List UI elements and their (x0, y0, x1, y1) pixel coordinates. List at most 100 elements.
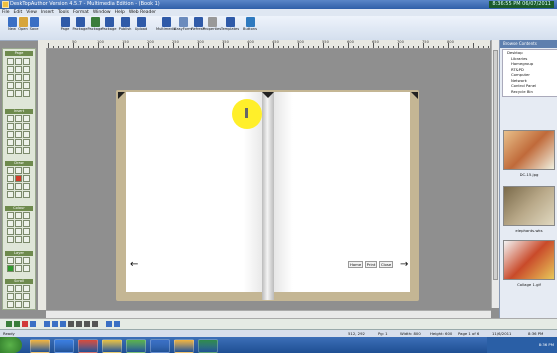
tool-icon[interactable] (23, 183, 30, 190)
tool-icon[interactable] (23, 212, 30, 219)
taskbar-app-icon[interactable] (150, 339, 170, 353)
tool-icon[interactable] (7, 257, 14, 264)
tool-icon[interactable] (7, 183, 14, 190)
bottom-tool-icon[interactable] (14, 321, 20, 327)
image-thumbnail[interactable] (503, 130, 555, 170)
bottom-tool-icon[interactable] (114, 321, 120, 327)
menu-item-format[interactable]: Format (71, 9, 91, 16)
bottom-tool-icon[interactable] (84, 321, 90, 327)
menu-item-insert[interactable]: Insert (39, 9, 56, 16)
tool-icon[interactable] (15, 90, 22, 97)
menu-item-view[interactable]: View (24, 9, 39, 16)
menu-item-window[interactable]: Window (91, 9, 113, 16)
taskbar-app-icon[interactable] (198, 339, 218, 353)
tree-item[interactable]: Recycle Bin (503, 89, 557, 95)
image-thumbnail[interactable] (503, 186, 555, 226)
bottom-tool-icon[interactable] (106, 321, 112, 327)
tool-icon[interactable] (23, 123, 30, 130)
menu-item-file[interactable]: File (0, 9, 12, 16)
bottom-tool-icon[interactable] (60, 321, 66, 327)
tool-icon[interactable] (23, 90, 30, 97)
tool-icon[interactable] (15, 265, 22, 272)
tool-icon[interactable] (7, 167, 14, 174)
tool-icon[interactable] (23, 285, 30, 292)
tool-icon[interactable] (15, 147, 22, 154)
tool-icon[interactable] (15, 220, 22, 227)
toolbox-section-insert[interactable]: Insert (5, 109, 33, 114)
bottom-tool-icon[interactable] (76, 321, 82, 327)
toolbar-button-buttons[interactable]: Buttons (242, 17, 258, 32)
tool-icon[interactable] (7, 123, 14, 130)
toolbox-section-colour[interactable]: Colour (5, 206, 33, 211)
taskbar-app-icon[interactable] (54, 339, 74, 353)
tool-icon[interactable] (23, 191, 30, 198)
scrollbar-thumb[interactable] (493, 50, 498, 280)
menu-item-help[interactable]: Help (113, 9, 127, 16)
tool-icon[interactable] (7, 265, 14, 272)
bottom-tool-icon[interactable] (52, 321, 58, 327)
tool-icon[interactable] (7, 115, 14, 122)
menu-item-web-reader[interactable]: Web Reader (127, 9, 158, 16)
bottom-tool-icon[interactable] (92, 321, 98, 327)
taskbar-app-icon[interactable] (78, 339, 98, 353)
taskbar-app-icon[interactable] (126, 339, 146, 353)
tool-icon[interactable] (23, 228, 30, 235)
menu-item-tools[interactable]: Tools (56, 9, 71, 16)
tool-icon[interactable] (23, 220, 30, 227)
start-button[interactable] (0, 337, 22, 353)
tool-icon[interactable] (15, 212, 22, 219)
tool-icon[interactable] (23, 293, 30, 300)
tool-icon[interactable] (15, 131, 22, 138)
bottom-tool-icon[interactable] (22, 321, 28, 327)
tool-icon[interactable] (7, 212, 14, 219)
bottom-tool-icon[interactable] (30, 321, 36, 327)
tool-icon[interactable] (15, 293, 22, 300)
tool-icon[interactable] (23, 82, 30, 89)
tool-icon[interactable] (15, 191, 22, 198)
toolbar-button-save[interactable]: Save (26, 17, 42, 32)
toolbox-section-draw[interactable]: Draw (5, 161, 33, 166)
toolbox-section-scroll[interactable]: Scroll (5, 279, 33, 284)
tool-icon[interactable] (15, 115, 22, 122)
tool-icon[interactable] (15, 285, 22, 292)
tool-icon[interactable] (7, 90, 14, 97)
home-button[interactable]: Home (348, 261, 364, 268)
tool-icon[interactable] (7, 285, 14, 292)
tool-icon[interactable] (7, 228, 14, 235)
bottom-tool-icon[interactable] (6, 321, 12, 327)
image-thumbnail[interactable] (503, 240, 555, 280)
tool-icon[interactable] (23, 257, 30, 264)
tool-icon[interactable] (23, 175, 30, 182)
toolbar-button-upload[interactable]: Upload (133, 17, 149, 32)
bottom-tool-icon[interactable] (68, 321, 74, 327)
horizontal-scrollbar[interactable] (46, 310, 491, 318)
tool-icon[interactable] (7, 74, 14, 81)
tool-icon[interactable] (15, 175, 22, 182)
tool-icon[interactable] (15, 167, 22, 174)
tool-icon[interactable] (15, 228, 22, 235)
tool-icon[interactable] (15, 58, 22, 65)
tool-icon[interactable] (7, 191, 14, 198)
tool-icon[interactable] (7, 139, 14, 146)
menu-item-edit[interactable]: Edit (12, 9, 25, 16)
tool-icon[interactable] (7, 236, 14, 243)
tool-icon[interactable] (7, 147, 14, 154)
tool-icon[interactable] (7, 301, 14, 308)
tool-icon[interactable] (7, 131, 14, 138)
tool-icon[interactable] (23, 236, 30, 243)
prev-page-arrow-icon[interactable]: ← (130, 260, 138, 270)
tool-icon[interactable] (15, 236, 22, 243)
taskbar-app-icon[interactable] (174, 339, 194, 353)
tool-icon[interactable] (15, 301, 22, 308)
taskbar-app-icon[interactable] (102, 339, 122, 353)
bottom-tool-icon[interactable] (44, 321, 50, 327)
vertical-scrollbar[interactable] (491, 40, 499, 308)
tool-icon[interactable] (7, 175, 14, 182)
tool-icon[interactable] (23, 66, 30, 73)
tool-icon[interactable] (23, 265, 30, 272)
tool-icon[interactable] (15, 183, 22, 190)
tool-icon[interactable] (15, 74, 22, 81)
tool-icon[interactable] (7, 220, 14, 227)
tool-icon[interactable] (23, 115, 30, 122)
tool-icon[interactable] (23, 58, 30, 65)
